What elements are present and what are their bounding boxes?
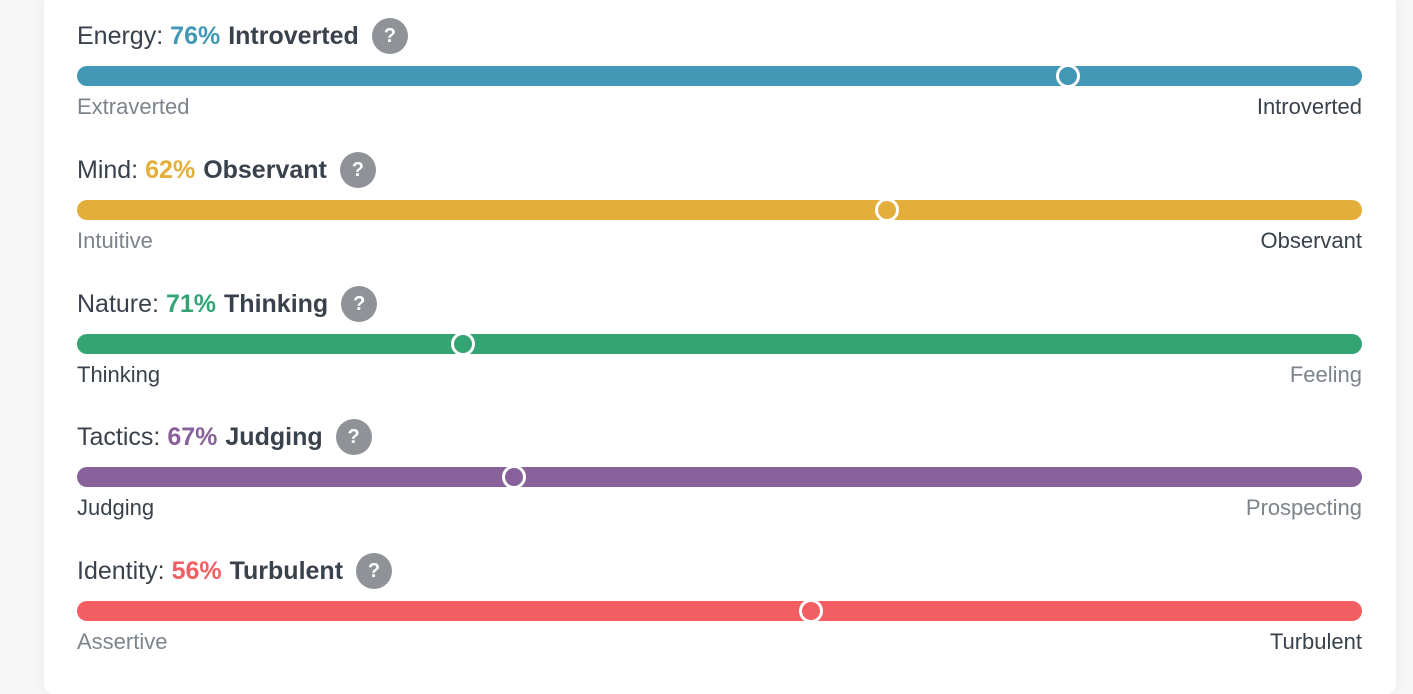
trait-right-label: Introverted — [1256, 94, 1362, 119]
trait-slider-track — [77, 198, 1362, 222]
trait-slider-track — [77, 465, 1362, 489]
trait-result: Thinking — [224, 289, 329, 318]
trait-tactics: Tactics: 67% Judging ? Judging Prospecti… — [77, 395, 1362, 529]
trait-category-label: Energy: — [77, 21, 164, 50]
help-icon[interactable]: ? — [335, 419, 372, 455]
trait-right-label: Prospecting — [1245, 495, 1362, 520]
help-icon[interactable]: ? — [356, 553, 393, 589]
trait-slider-knob — [798, 599, 823, 623]
question-mark-icon: ? — [367, 559, 381, 582]
trait-left-label: Thinking — [77, 362, 161, 387]
trait-percent: 71% — [165, 289, 217, 318]
trait-right-label: Observant — [1260, 228, 1363, 253]
help-icon[interactable]: ? — [341, 286, 378, 322]
help-icon[interactable]: ? — [371, 18, 408, 54]
trait-energy: Energy: 76% Introverted ? Extraverted In… — [77, 0, 1362, 128]
trait-slider-knob — [1055, 64, 1080, 88]
trait-percent: 67% — [167, 422, 218, 451]
trait-category-label: Identity: — [77, 556, 165, 585]
personality-traits-card: Energy: 76% Introverted ? Extraverted In… — [44, 0, 1396, 694]
trait-category-label: Tactics: — [77, 422, 161, 451]
help-icon[interactable]: ? — [339, 152, 376, 188]
question-mark-icon: ? — [347, 425, 360, 448]
trait-heading: Nature: 71% Thinking ? — [77, 286, 378, 322]
trait-category-label: Nature: — [77, 289, 159, 318]
trait-identity: Identity: 56% Turbulent ? Assertive Turb… — [77, 529, 1362, 663]
trait-mind: Mind: 62% Observant ? Intuitive Observan… — [77, 128, 1362, 262]
trait-left-label: Extraverted — [77, 94, 190, 119]
trait-slider-track — [77, 332, 1362, 356]
trait-slider-knob — [501, 465, 526, 489]
trait-result: Judging — [225, 422, 323, 451]
question-mark-icon: ? — [383, 24, 396, 47]
trait-result: Introverted — [228, 21, 359, 50]
trait-slider-knob — [450, 332, 475, 356]
question-mark-icon: ? — [353, 292, 366, 315]
trait-slider-knob — [874, 198, 899, 222]
trait-percent: 76% — [170, 21, 221, 50]
question-mark-icon: ? — [351, 158, 364, 181]
trait-result: Turbulent — [229, 556, 344, 585]
trait-left-label: Intuitive — [77, 228, 153, 253]
trait-heading: Energy: 76% Introverted ? — [77, 18, 408, 54]
trait-nature: Nature: 71% Thinking ? Thinking Feeling — [77, 262, 1362, 396]
trait-right-label: Turbulent — [1269, 629, 1362, 654]
trait-right-label: Feeling — [1289, 362, 1362, 387]
trait-result: Observant — [203, 155, 327, 184]
trait-percent: 62% — [145, 155, 196, 184]
trait-category-label: Mind: — [77, 155, 139, 184]
trait-left-label: Judging — [77, 495, 155, 520]
trait-heading: Tactics: 67% Judging ? — [77, 419, 372, 455]
trait-slider-track — [77, 64, 1362, 88]
trait-heading: Mind: 62% Observant ? — [77, 152, 376, 188]
trait-percent: 56% — [171, 556, 222, 585]
trait-slider-track — [77, 599, 1362, 623]
trait-left-label: Assertive — [77, 629, 168, 654]
trait-heading: Identity: 56% Turbulent ? — [77, 553, 393, 589]
